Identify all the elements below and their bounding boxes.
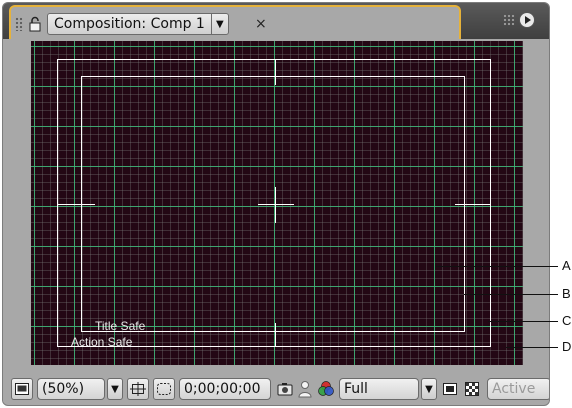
left-center-tick xyxy=(57,204,95,205)
current-time-display[interactable]: 0;00;00;00 xyxy=(179,378,271,400)
bottom-center-tick xyxy=(275,323,276,347)
show-snapshot-icon xyxy=(298,381,312,398)
composition-selector[interactable]: Composition: Comp 1 ▼ xyxy=(47,13,229,35)
callout-c: C xyxy=(562,313,572,328)
panel-menu-icon[interactable] xyxy=(519,12,535,28)
callout-b: B xyxy=(562,286,571,301)
top-center-tick xyxy=(275,59,276,85)
drag-grip-icon[interactable] xyxy=(15,17,23,31)
callout-line-d xyxy=(506,347,558,348)
mask-visibility-button[interactable] xyxy=(153,378,175,400)
center-crosshair-h xyxy=(258,204,294,205)
transparency-grid-button[interactable] xyxy=(463,378,481,400)
transparency-grid-icon xyxy=(465,382,479,396)
channels-button[interactable] xyxy=(316,378,336,400)
composition-panel: Composition: Comp 1 ▼ × Title Safe Actio… xyxy=(2,2,550,406)
panel-menu[interactable] xyxy=(503,11,543,31)
lock-icon[interactable] xyxy=(29,16,41,32)
panel-tab-strip: Composition: Comp 1 ▼ × xyxy=(3,3,549,39)
grid-guides-button[interactable] xyxy=(127,378,149,400)
magnification-menu[interactable]: (50%) xyxy=(37,378,105,400)
close-icon[interactable]: × xyxy=(255,14,267,34)
snapshot-button[interactable] xyxy=(276,378,294,400)
camera-view-menu[interactable]: Active xyxy=(487,378,549,400)
viewer-toolbar: (50%) ▼ 0;00;00;00 Full ▼ Active xyxy=(3,373,549,403)
composition-tab[interactable]: Composition: Comp 1 ▼ × xyxy=(9,5,461,39)
center-crosshair-v xyxy=(275,187,276,223)
chevron-down-icon[interactable]: ▼ xyxy=(210,14,228,34)
right-center-tick xyxy=(455,204,491,205)
resolution-dropdown-icon[interactable]: ▼ xyxy=(421,378,437,400)
grip-dots-icon xyxy=(503,14,515,26)
rgb-channels-icon xyxy=(318,381,334,396)
callout-a: A xyxy=(562,258,571,273)
grid-guides-icon xyxy=(130,382,146,396)
always-preview-icon xyxy=(15,383,29,395)
title-safe-label: Title Safe xyxy=(95,319,146,333)
callout-line-a xyxy=(436,266,558,267)
snapshot-icon xyxy=(277,383,293,396)
mask-visibility-icon xyxy=(157,383,171,395)
tab-title: Composition: Comp 1 xyxy=(54,16,205,32)
always-preview-button[interactable] xyxy=(11,378,33,400)
show-snapshot-button[interactable] xyxy=(296,378,314,400)
magnification-dropdown-icon[interactable]: ▼ xyxy=(107,378,123,400)
callout-line-c xyxy=(488,321,558,322)
callout-line-b xyxy=(464,294,558,295)
region-of-interest-button[interactable] xyxy=(441,378,459,400)
action-safe-label: Action Safe xyxy=(71,335,133,349)
callout-d: D xyxy=(562,339,572,354)
composition-viewer[interactable]: Title Safe Action Safe xyxy=(31,41,523,365)
region-of-interest-icon xyxy=(443,383,457,395)
resolution-menu[interactable]: Full xyxy=(339,378,419,400)
